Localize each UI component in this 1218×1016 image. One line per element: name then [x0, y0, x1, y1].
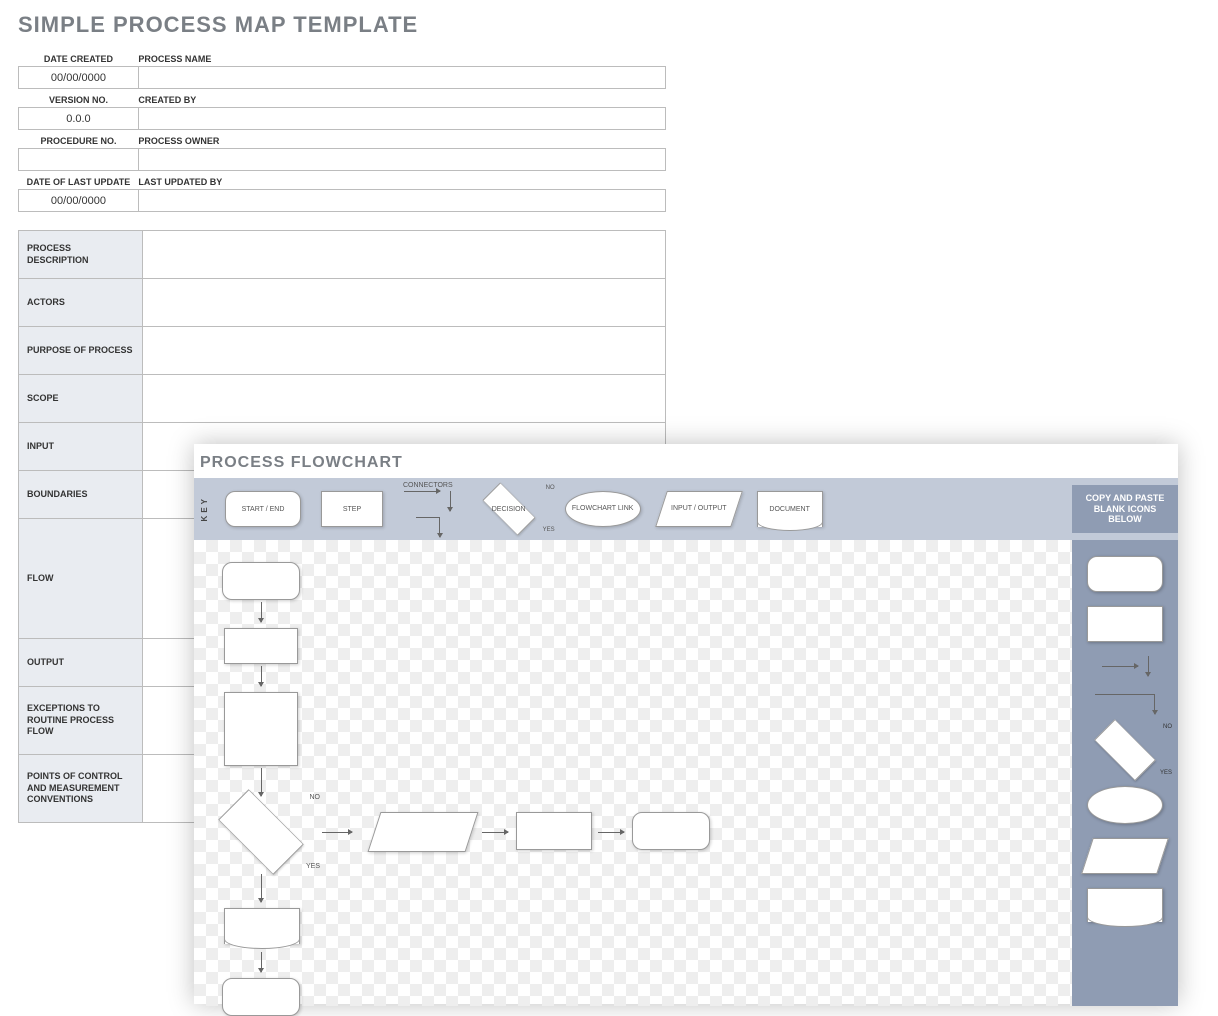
date-last-update-field[interactable]: 00/00/0000 — [19, 190, 139, 212]
canvas-terminator-shape[interactable] — [222, 562, 300, 600]
procedure-no-field[interactable] — [19, 149, 139, 171]
canvas-step-shape[interactable] — [516, 812, 592, 850]
palette-flowchart-link-icon[interactable] — [1087, 786, 1163, 824]
scope-label: SCOPE — [19, 375, 143, 423]
canvas-arrow-down-icon[interactable] — [261, 952, 262, 972]
palette-step-icon[interactable] — [1087, 606, 1163, 642]
canvas-arrow-down-icon[interactable] — [261, 602, 262, 622]
palette-decision-icon[interactable]: NO YES — [1082, 728, 1168, 772]
version-no-label: VERSION NO. — [19, 89, 139, 108]
arrow-right-icon — [1102, 666, 1138, 667]
canvas-step-shape[interactable] — [224, 692, 298, 766]
key-flowchart-link-icon: FLOWCHART LINK — [565, 491, 641, 527]
last-updated-by-label: LAST UPDATED BY — [138, 171, 665, 190]
arrow-down-icon — [450, 491, 451, 511]
palette-elbow-icon[interactable] — [1095, 694, 1155, 714]
palette-decision-no: NO — [1163, 724, 1172, 730]
paste-instructions: COPY AND PASTE BLANK ICONS BELOW — [1072, 485, 1178, 533]
scope-field[interactable] — [143, 375, 666, 423]
boundaries-label: BOUNDARIES — [19, 471, 143, 519]
key-connectors-icon: CONNECTORS — [403, 482, 453, 537]
canvas-arrow-right-icon[interactable] — [322, 832, 352, 833]
canvas-document-shape[interactable] — [224, 908, 300, 944]
key-connectors-label: CONNECTORS — [403, 482, 453, 489]
palette-input-output-icon[interactable] — [1081, 838, 1169, 874]
flowchart-panel: PROCESS FLOWCHART KEY START / END STEP C… — [194, 444, 1178, 1004]
process-description-field[interactable] — [143, 231, 666, 279]
process-owner-field[interactable] — [138, 149, 665, 171]
key-decision-yes: YES — [543, 527, 555, 533]
actors-field[interactable] — [143, 279, 666, 327]
canvas-arrow-right-icon[interactable] — [482, 832, 508, 833]
actors-label: ACTORS — [19, 279, 143, 327]
key-decision-no: NO — [546, 485, 555, 491]
canvas-terminator-shape[interactable] — [632, 812, 710, 850]
created-by-field[interactable] — [138, 108, 665, 130]
key-decision-label: DECISION — [473, 506, 545, 513]
palette-connectors-icon[interactable] — [1102, 656, 1149, 676]
arrow-right-icon — [404, 491, 440, 492]
date-last-update-label: DATE OF LAST UPDATE — [19, 171, 139, 190]
points-label: POINTS OF CONTROL AND MEASUREMENT CONVEN… — [19, 755, 143, 823]
key-bar: KEY START / END STEP CONNECTORS DECISION… — [194, 478, 1178, 540]
process-description-label: PROCESS DESCRIPTION — [19, 231, 143, 279]
flowchart-canvas[interactable]: NO YES — [194, 540, 1072, 1006]
canvas-decision-yes: YES — [306, 863, 320, 870]
date-created-field[interactable]: 00/00/0000 — [19, 67, 139, 89]
flow-label: FLOW — [19, 519, 143, 639]
purpose-field[interactable] — [143, 327, 666, 375]
palette-document-icon[interactable] — [1087, 888, 1163, 922]
canvas-arrow-down-icon[interactable] — [261, 874, 262, 902]
canvas-step-shape[interactable] — [224, 628, 298, 664]
key-step-icon: STEP — [321, 491, 383, 527]
procedure-no-label: PROCEDURE NO. — [19, 130, 139, 149]
key-input-output-icon: INPUT / OUTPUT — [655, 491, 743, 527]
key-label: KEY — [194, 496, 215, 521]
version-no-field[interactable]: 0.0.0 — [19, 108, 139, 130]
page-title: SIMPLE PROCESS MAP TEMPLATE — [18, 12, 1218, 38]
created-by-label: CREATED BY — [138, 89, 665, 108]
key-document-icon: DOCUMENT — [757, 491, 823, 527]
canvas-arrow-down-icon[interactable] — [261, 666, 262, 686]
input-label: INPUT — [19, 423, 143, 471]
canvas-decision-no: NO — [310, 794, 321, 801]
output-label: OUTPUT — [19, 639, 143, 687]
palette-decision-yes: YES — [1160, 770, 1172, 776]
canvas-terminator-shape[interactable] — [222, 978, 300, 1016]
process-owner-label: PROCESS OWNER — [138, 130, 665, 149]
meta-table: DATE CREATED PROCESS NAME 00/00/0000 VER… — [18, 48, 666, 212]
canvas-decision-shape[interactable]: NO YES — [206, 792, 316, 872]
process-name-field[interactable] — [138, 67, 665, 89]
key-decision-icon: DECISION NO YES — [473, 491, 545, 527]
last-updated-by-field[interactable] — [138, 190, 665, 212]
shape-palette: NO YES — [1072, 540, 1178, 1006]
exceptions-label: EXCEPTIONS TO ROUTINE PROCESS FLOW — [19, 687, 143, 755]
key-start-end-icon: START / END — [225, 491, 301, 527]
process-name-label: PROCESS NAME — [138, 48, 665, 67]
key-input-output-label: INPUT / OUTPUT — [671, 505, 726, 513]
flowchart-title: PROCESS FLOWCHART — [200, 454, 1178, 472]
canvas-arrow-right-icon[interactable] — [598, 832, 624, 833]
palette-terminator-icon[interactable] — [1087, 556, 1163, 592]
date-created-label: DATE CREATED — [19, 48, 139, 67]
canvas-input-output-shape[interactable] — [368, 812, 479, 852]
arrow-elbow-icon — [416, 517, 440, 537]
arrow-down-icon — [1148, 656, 1149, 676]
purpose-label: PURPOSE OF PROCESS — [19, 327, 143, 375]
